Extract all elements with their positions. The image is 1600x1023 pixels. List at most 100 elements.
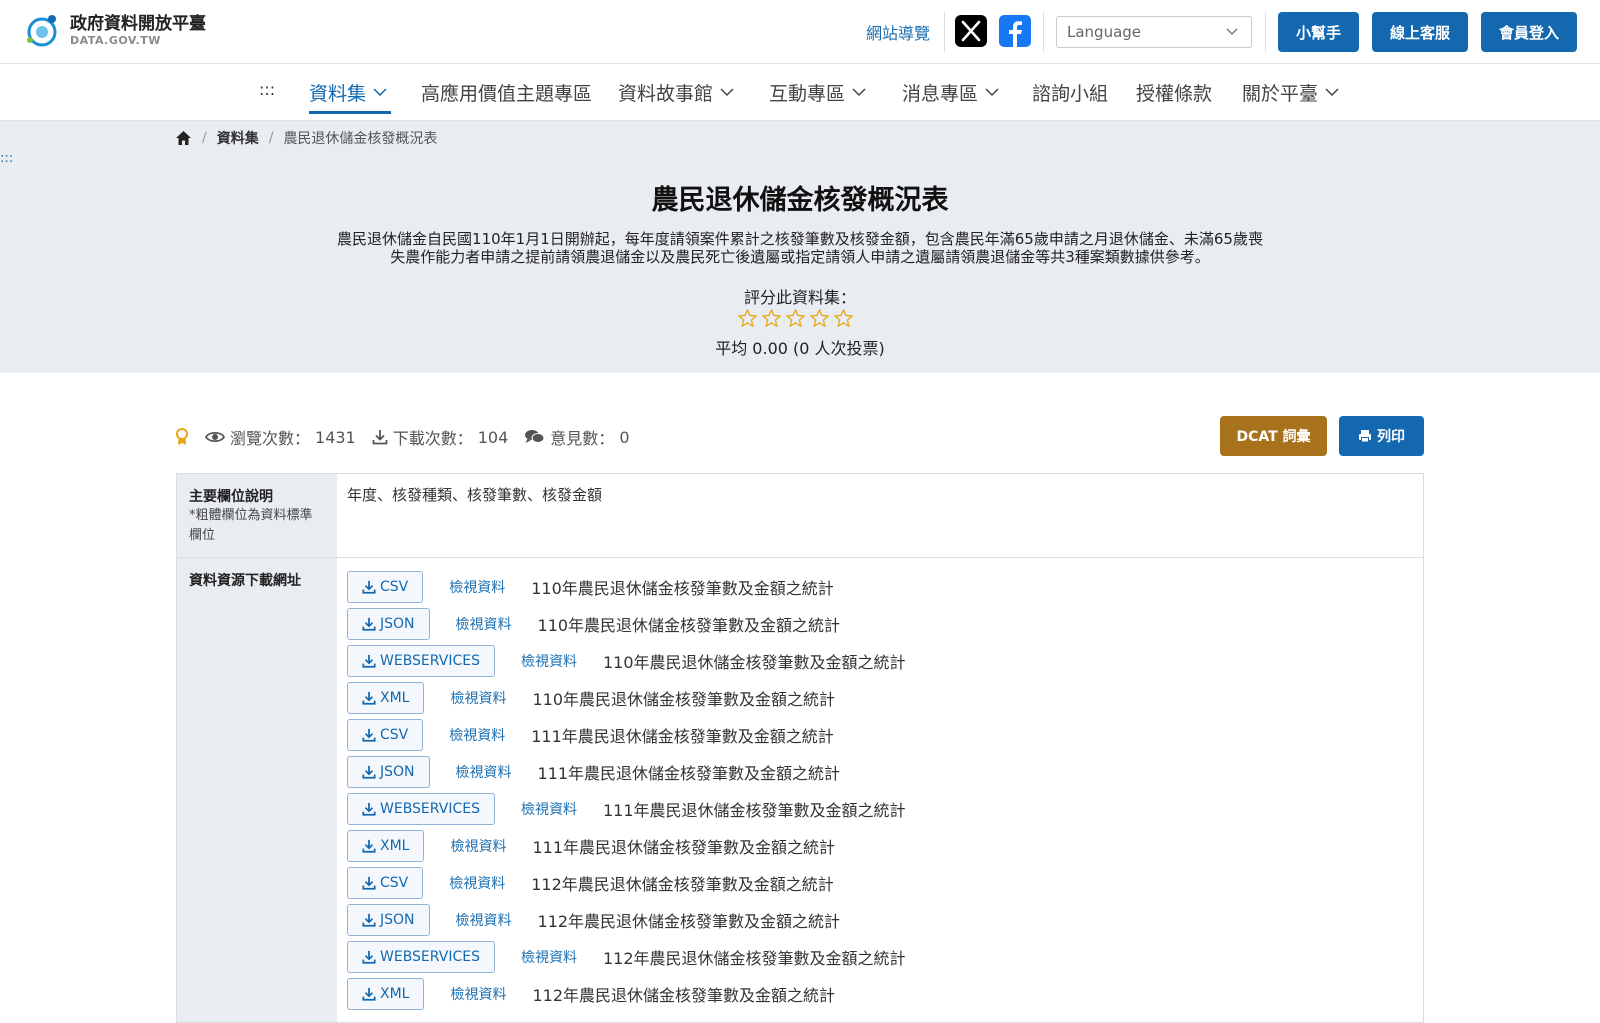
printer-icon — [1359, 430, 1371, 443]
format-label: JSON — [380, 615, 415, 632]
home-icon[interactable] — [175, 130, 192, 146]
download-json-button[interactable]: JSON — [347, 903, 430, 936]
download-icon — [372, 430, 388, 445]
star-icon[interactable] — [834, 309, 853, 327]
chevron-down-icon — [985, 88, 999, 97]
nav-item-stories[interactable]: 資料故事館 — [618, 78, 735, 106]
nav-label: 關於平臺 — [1242, 82, 1319, 105]
nav-item-datasets[interactable]: 資料集 — [309, 78, 388, 106]
nav-label: 諮詢小組 — [1032, 82, 1109, 105]
star-icon[interactable] — [762, 309, 781, 327]
nav-item-about[interactable]: 關於平臺 — [1242, 78, 1340, 106]
download-json-button[interactable]: JSON — [347, 607, 430, 640]
resource-row: XML 檢視資料 112年農民退休儲金核發筆數及金額之統計 — [347, 975, 1413, 1012]
download-icon — [362, 802, 376, 816]
star-icon[interactable] — [738, 309, 757, 327]
x-twitter-icon[interactable] — [955, 15, 987, 47]
nav-item-news[interactable]: 消息專區 — [902, 78, 1000, 106]
eye-icon — [205, 431, 225, 443]
resource-name: 110年農民退休儲金核發筆數及金額之統計 — [531, 578, 834, 598]
resource-name: 111年農民退休儲金核發筆數及金額之統計 — [532, 837, 836, 857]
breadcrumb-datasets[interactable]: 資料集 — [217, 128, 259, 148]
download-json-button[interactable]: JSON — [347, 755, 430, 788]
table-row: 資料資源下載網址 CSV 檢視資料 110年農民退休儲金核發筆數及金額之統計 JSON… — [177, 558, 1423, 1022]
top-header: 政府資料開放平臺 DATA.GOV.TW 網站導覽 Language 小幫手 線… — [0, 0, 1600, 64]
resource-row: CSV 檢視資料 111年農民退休儲金核發筆數及金額之統計 — [347, 716, 1413, 753]
resource-row: XML 檢視資料 110年農民退休儲金核發筆數及金額之統計 — [347, 679, 1413, 716]
resource-name: 110年農民退休儲金核發筆數及金額之統計 — [532, 689, 836, 709]
star-icon[interactable] — [786, 309, 805, 327]
divider — [1043, 12, 1044, 52]
download-xml-button[interactable]: XML — [347, 829, 425, 862]
view-data-link[interactable]: 檢視資料 — [456, 910, 512, 930]
resource-row: JSON 檢視資料 111年農民退休儲金核發筆數及金額之統計 — [347, 753, 1413, 790]
resources-cell: CSV 檢視資料 110年農民退休儲金核發筆數及金額之統計 JSON 檢視資料 110年農… — [337, 558, 1423, 1022]
member-login-button[interactable]: 會員登入 — [1481, 12, 1577, 52]
breadcrumb: / 資料集 / 農民退休儲金核發概況表 — [175, 128, 437, 148]
nav-label: 資料故事館 — [618, 82, 714, 105]
download-csv-button[interactable]: CSV — [347, 718, 424, 751]
dataset-description: 農民退休儲金自民國110年1月1日開辦起，每年度請領案件累計之核發筆數及核發金額… — [337, 230, 1263, 266]
content-accesskey[interactable]: ::: — [0, 151, 13, 166]
view-data-link[interactable]: 檢視資料 — [450, 688, 506, 708]
site-logo[interactable]: 政府資料開放平臺 DATA.GOV.TW — [22, 10, 206, 50]
divider — [944, 12, 945, 52]
view-data-link[interactable]: 檢視資料 — [456, 762, 512, 782]
nav-label: 高應用價值主題專區 — [421, 82, 593, 105]
view-data-link[interactable]: 檢視資料 — [449, 873, 505, 893]
star-icon[interactable] — [810, 309, 829, 327]
views-count: 1431 — [315, 427, 356, 447]
comments-stat: 意見數： 0 — [524, 425, 630, 449]
format-label: XML — [380, 985, 410, 1002]
fields-header-cell: 主要欄位說明 *粗體欄位為資料標準欄位 — [177, 474, 337, 557]
nav-accesskey[interactable]: ::: — [259, 80, 275, 99]
view-data-link[interactable]: 檢視資料 — [456, 614, 512, 634]
nav-item-license[interactable]: 授權條款 — [1136, 78, 1212, 106]
print-button[interactable]: 列印 — [1339, 416, 1424, 456]
resource-name: 112年農民退休儲金核發筆數及金額之統計 — [537, 911, 841, 931]
resource-row: CSV 檢視資料 110年農民退休儲金核發筆數及金額之統計 — [347, 568, 1413, 605]
online-service-button[interactable]: 線上客服 — [1372, 12, 1468, 52]
view-data-link[interactable]: 檢視資料 — [521, 651, 577, 671]
resource-name: 111年農民退休儲金核發筆數及金額之統計 — [537, 763, 841, 783]
format-label: XML — [380, 837, 410, 854]
view-data-link[interactable]: 檢視資料 — [449, 577, 505, 597]
divider — [1265, 12, 1266, 52]
dataset-hero: / 資料集 / 農民退休儲金核發概況表 ::: 農民退休儲金核發概況表 農民退休… — [0, 121, 1600, 373]
view-data-link[interactable]: 檢視資料 — [449, 725, 505, 745]
resource-name: 112年農民退休儲金核發筆數及金額之統計 — [531, 874, 834, 894]
resource-row: WEBSERVICES 檢視資料 111年農民退休儲金核發筆數及金額之統計 — [347, 790, 1413, 827]
nav-item-advisory[interactable]: 諮詢小組 — [1032, 78, 1108, 106]
download-icon — [362, 987, 376, 1001]
view-data-link[interactable]: 檢視資料 — [450, 984, 506, 1004]
active-indicator — [309, 111, 391, 114]
sitemap-link[interactable]: 網站導覽 — [866, 20, 930, 44]
view-data-link[interactable]: 檢視資料 — [521, 947, 577, 967]
facebook-icon[interactable] — [999, 15, 1031, 47]
nav-label: 消息專區 — [902, 82, 979, 105]
view-data-link[interactable]: 檢視資料 — [521, 799, 577, 819]
download-xml-button[interactable]: XML — [347, 977, 425, 1010]
download-webservices-button[interactable]: WEBSERVICES — [347, 792, 495, 825]
download-webservices-button[interactable]: WEBSERVICES — [347, 940, 495, 973]
resources-header: 資料資源下載網址 — [189, 573, 301, 589]
download-csv-button[interactable]: CSV — [347, 866, 424, 899]
view-data-link[interactable]: 檢視資料 — [450, 836, 506, 856]
dcat-button[interactable]: DCAT 詞彙 — [1220, 416, 1327, 456]
download-csv-button[interactable]: CSV — [347, 570, 424, 603]
comments-icon — [525, 430, 545, 443]
views-label: 瀏覽次數： — [230, 429, 311, 448]
resource-name: 110年農民退休儲金核發筆數及金額之統計 — [537, 615, 841, 635]
download-webservices-button[interactable]: WEBSERVICES — [347, 644, 495, 677]
breadcrumb-separator: / — [202, 130, 207, 146]
nav-item-high-value[interactable]: 高應用價值主題專區 — [421, 78, 592, 106]
comments-label: 意見數： — [550, 429, 615, 448]
helper-button[interactable]: 小幫手 — [1278, 12, 1359, 52]
format-label: XML — [380, 689, 410, 706]
format-label: JSON — [380, 911, 415, 928]
chevron-down-icon — [373, 88, 387, 97]
downloads-label: 下載次數： — [392, 429, 473, 448]
language-select[interactable]: Language — [1056, 16, 1252, 48]
nav-item-interactive[interactable]: 互動專區 — [769, 78, 867, 106]
download-xml-button[interactable]: XML — [347, 681, 425, 714]
